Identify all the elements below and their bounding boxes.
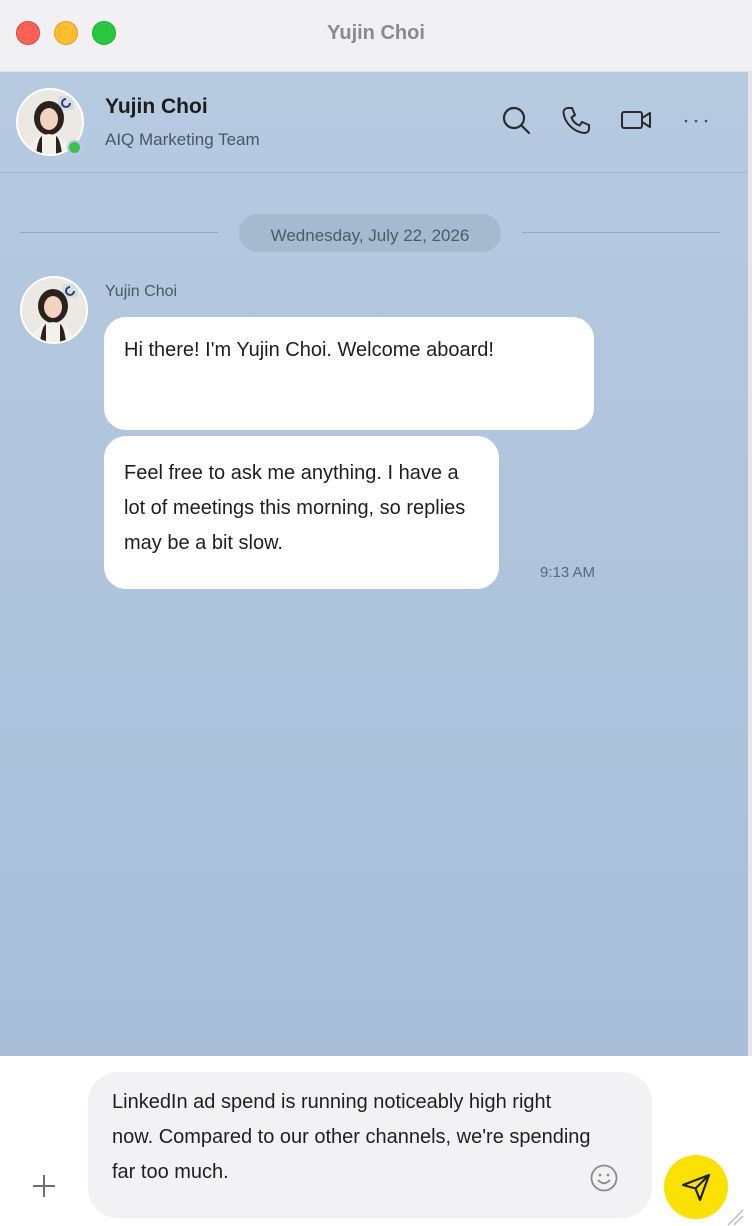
message-bubble[interactable]: Hi there! I'm Yujin Choi. Welcome aboard…	[104, 317, 594, 430]
contact-name[interactable]: Yujin Choi	[105, 95, 208, 119]
more-icon[interactable]	[682, 104, 714, 136]
send-button[interactable]	[664, 1155, 728, 1219]
window-title: Yujin Choi	[327, 22, 425, 44]
date-divider-line	[522, 232, 720, 233]
message-bubble[interactable]: Feel free to ask me anything. I have a l…	[104, 436, 499, 589]
search-icon[interactable]	[500, 104, 532, 136]
chat-window: Yujin Choi Yujin Choi AIQ Marketing Team	[0, 0, 752, 1226]
message-input-text[interactable]: LinkedIn ad spend is running noticeably …	[112, 1085, 592, 1190]
sender-avatar[interactable]	[20, 276, 88, 344]
send-icon	[681, 1173, 711, 1202]
resize-grip-icon[interactable]	[724, 1206, 744, 1226]
plus-icon[interactable]	[30, 1172, 58, 1200]
date-divider-line	[20, 232, 218, 233]
sender-name: Yujin Choi	[105, 283, 178, 300]
message-timestamp: 9:13 AM	[540, 564, 596, 581]
phone-icon[interactable]	[560, 104, 592, 136]
chat-area[interactable]: Yujin Choi AIQ Marketing Team Wednesday,…	[0, 72, 748, 1056]
title-bar: Yujin Choi	[0, 0, 752, 72]
chat-header: Yujin Choi AIQ Marketing Team	[0, 72, 748, 173]
profile-photo-icon	[22, 278, 86, 342]
emoji-icon[interactable]	[589, 1163, 619, 1193]
date-separator: Wednesday, July 22, 2026	[239, 214, 501, 252]
window-edge	[748, 72, 752, 1226]
online-status-dot	[67, 140, 82, 155]
contact-team: AIQ Marketing Team	[105, 130, 260, 149]
video-camera-icon[interactable]	[620, 104, 652, 136]
